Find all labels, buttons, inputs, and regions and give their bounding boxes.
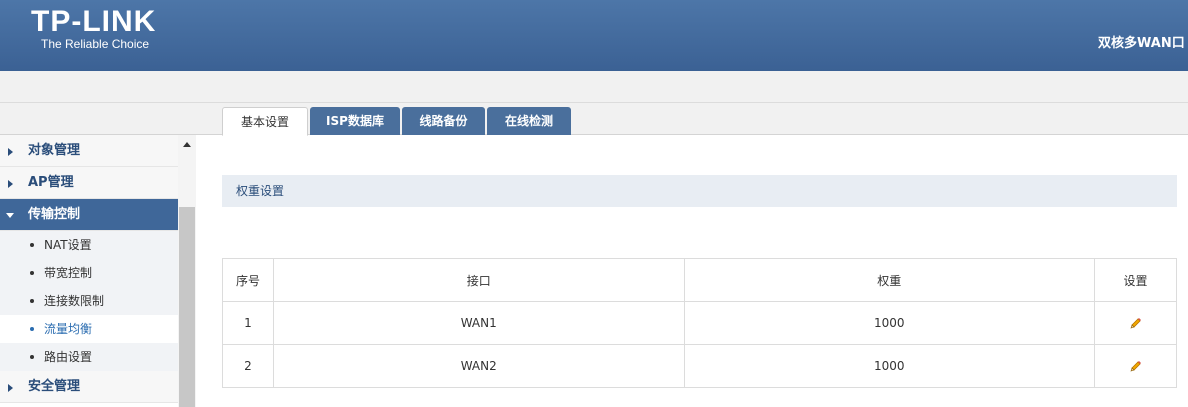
brand-logo: TP-LINK — [31, 5, 157, 38]
chevron-right-icon — [8, 384, 13, 392]
table-row: 2 WAN2 1000 — [222, 344, 1177, 388]
tab-basic-settings[interactable]: 基本设置 — [222, 107, 308, 136]
edit-icon[interactable] — [1129, 316, 1143, 330]
chevron-right-icon — [8, 148, 13, 156]
sidebar-item-transmission-control[interactable]: 传输控制 — [0, 199, 178, 231]
sidebar-subitem-label: 流量均衡 — [44, 322, 93, 336]
sidebar-subitem-routing[interactable]: 路由设置 — [0, 343, 178, 371]
scroll-thumb[interactable] — [179, 207, 195, 407]
tab-isp-database[interactable]: ISP数据库 — [310, 107, 400, 135]
cell-index: 2 — [222, 344, 274, 388]
tab-bar: 基本设置 ISP数据库 线路备份 在线检测 — [0, 103, 1188, 136]
sidebar-item-ap-management[interactable]: AP管理 — [0, 167, 178, 199]
tab-line-backup[interactable]: 线路备份 — [402, 107, 485, 135]
table-row: 1 WAN1 1000 — [222, 301, 1177, 345]
sidebar-subitem-label: 连接数限制 — [44, 294, 105, 308]
bullet-icon — [30, 271, 34, 275]
column-header-weight: 权重 — [683, 258, 1096, 302]
sidebar-item-label: AP管理 — [28, 175, 74, 190]
sidebar-subitem-label: NAT设置 — [44, 238, 92, 252]
sidebar-subitem-connection-limit[interactable]: 连接数限制 — [0, 287, 178, 315]
chevron-right-icon — [8, 180, 13, 188]
tab-online-detection[interactable]: 在线检测 — [487, 107, 571, 135]
sidebar-subitem-label: 路由设置 — [44, 350, 93, 364]
sidebar-subitem-bandwidth[interactable]: 带宽控制 — [0, 259, 178, 287]
sidebar-item-object-management[interactable]: 对象管理 — [0, 135, 178, 167]
sidebar: 对象管理 AP管理 传输控制 NAT设置 带宽控制 连接数限制 流量均衡 路由设… — [0, 135, 178, 407]
bullet-icon — [30, 327, 34, 331]
sidebar-scrollbar[interactable] — [178, 135, 196, 407]
product-name: 双核多WAN口 — [1098, 36, 1185, 51]
cell-index: 1 — [222, 301, 274, 345]
column-header-index: 序号 — [222, 258, 274, 302]
cell-weight: 1000 — [683, 344, 1096, 388]
chevron-down-icon — [6, 213, 14, 218]
sidebar-subitem-nat[interactable]: NAT设置 — [0, 231, 178, 259]
sidebar-item-label: 安全管理 — [28, 379, 81, 394]
cell-interface: WAN2 — [272, 344, 685, 388]
bullet-icon — [30, 299, 34, 303]
section-title: 权重设置 — [222, 175, 1177, 207]
weight-table: 序号 接口 权重 设置 1 WAN1 1000 2 WAN2 1000 — [222, 258, 1177, 388]
bullet-icon — [30, 243, 34, 247]
header-strip — [0, 71, 1188, 103]
cell-settings — [1094, 301, 1177, 345]
scroll-up-icon[interactable] — [183, 142, 191, 147]
sidebar-item-security-management[interactable]: 安全管理 — [0, 371, 178, 403]
sidebar-item-label: 对象管理 — [28, 143, 81, 158]
edit-icon[interactable] — [1129, 359, 1143, 373]
sidebar-item-label: 传输控制 — [28, 207, 81, 222]
cell-weight: 1000 — [683, 301, 1096, 345]
sidebar-subitem-label: 带宽控制 — [44, 266, 93, 280]
top-header: TP-LINK The Reliable Choice 双核多WAN口 — [0, 0, 1188, 71]
brand-tagline: The Reliable Choice — [41, 37, 150, 51]
bullet-icon — [30, 355, 34, 359]
table-header-row: 序号 接口 权重 设置 — [222, 258, 1177, 302]
column-header-settings: 设置 — [1094, 258, 1177, 302]
cell-interface: WAN1 — [272, 301, 685, 345]
cell-settings — [1094, 344, 1177, 388]
column-header-interface: 接口 — [272, 258, 685, 302]
sidebar-subitem-load-balance[interactable]: 流量均衡 — [0, 315, 178, 343]
